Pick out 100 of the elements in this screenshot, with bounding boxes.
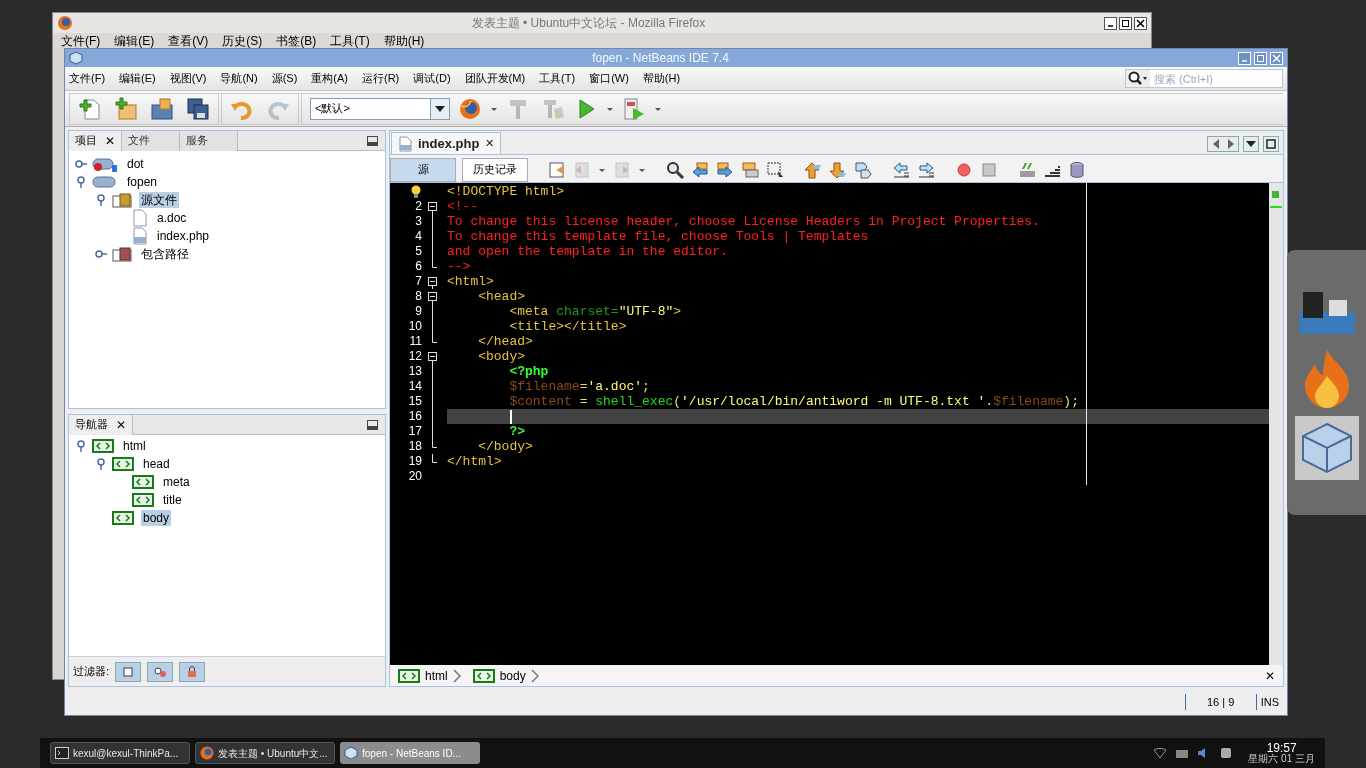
line-number: 11 [409,334,422,349]
close-icon[interactable]: ✕ [105,131,115,150]
menu-item[interactable]: 视图(V) [169,70,207,87]
tree-item[interactable]: a.doc [155,210,189,226]
project-error-icon [92,156,118,172]
save-all-icon[interactable] [186,96,210,121]
code-line: <body> [477,349,525,364]
filter-button[interactable] [115,661,142,682]
tree-item[interactable]: meta [161,474,192,490]
shapes-icon[interactable] [854,160,872,179]
tree-item[interactable]: body [141,510,172,526]
cube-app-icon[interactable] [1294,416,1359,480]
menu-item[interactable]: 书签(B) [276,33,317,48]
outdent-icon[interactable] [892,160,910,179]
cylinder-icon[interactable] [1068,160,1086,179]
filter-button[interactable] [147,661,174,682]
network-icon[interactable] [1219,747,1234,759]
view-toggle[interactable]: 源 [390,157,456,182]
globe-icon[interactable] [57,15,73,31]
panel-tab[interactable]: 导航器 ✕ [69,414,133,435]
menu-item[interactable]: 文件(F) [61,33,101,48]
line-number: 19 [408,454,422,469]
folder-icon[interactable] [150,96,174,121]
wifi-icon[interactable] [1153,747,1168,759]
close-icon[interactable]: ✕ [116,415,126,434]
fold-icon[interactable] [428,349,437,364]
panel-tab[interactable]: 文件 [122,130,180,151]
menu-item[interactable]: 调试(D) [413,70,451,87]
code-line: <?php [508,364,549,379]
line-number: 17 [408,424,422,439]
menu-item[interactable]: 查看(V) [168,33,209,48]
tree-item[interactable]: dot [125,156,146,172]
close-icon[interactable]: ✕ [485,135,495,152]
tree-item[interactable]: index.php [155,228,212,244]
breadcrumb[interactable]: html [425,666,448,685]
menu-item[interactable]: 窗口(W) [589,70,629,87]
menu-item[interactable]: 编辑(E) [114,33,155,48]
view-toggle[interactable]: 历史记录 [462,157,528,182]
fold-icon[interactable] [428,274,437,289]
tab-nav-button[interactable] [1207,136,1239,152]
tree-item[interactable]: 包含路径 [139,246,191,262]
down-arrow-icon[interactable] [829,160,847,179]
fold-icon[interactable] [428,289,437,304]
tree-item[interactable]: title [161,492,184,508]
editor-tab[interactable]: index.php ✕ [391,132,502,154]
filter-button[interactable] [179,661,206,682]
panel-tab[interactable]: 项目 ✕ [69,130,122,151]
close-icon[interactable]: ✕ [1265,666,1275,685]
menu-item[interactable]: 历史(S) [222,33,263,48]
page-play-icon[interactable] [622,96,646,121]
tree-item[interactable]: 源文件 [139,192,179,208]
menu-item[interactable]: 源(S) [271,70,298,87]
menu-item[interactable]: 重构(A) [311,70,348,87]
code-line: <html> [447,274,494,289]
line-number: 10 [408,319,422,334]
collapse-handle-icon[interactable] [75,176,87,188]
breadcrumb[interactable]: body [499,666,526,685]
fold-icon[interactable] [428,199,437,214]
battery-icon[interactable] [1175,747,1190,759]
menu-item[interactable]: 文件(F) [69,70,106,87]
menu-item[interactable]: 工具(T) [539,70,576,87]
new-file-icon[interactable] [78,96,102,121]
menu-item[interactable]: 帮助(H) [383,33,425,48]
right-arrow-icon[interactable] [716,160,734,179]
tree-item[interactable]: head [141,456,172,472]
cube-icon[interactable] [69,51,83,65]
menu-item[interactable]: 工具(T) [330,33,370,48]
collapse-handle-icon[interactable] [95,458,107,470]
menu-item[interactable]: 导航(N) [220,70,258,87]
minimize-button[interactable] [367,419,378,430]
dropdown-button[interactable] [1243,136,1259,152]
indent-icon[interactable] [917,160,935,179]
dotted-select-icon[interactable] [766,160,784,179]
tree-item[interactable]: html [121,438,148,454]
collapse-handle-icon[interactable] [95,194,107,206]
search-icon[interactable] [666,160,684,179]
globe-icon[interactable] [458,96,482,121]
panel-tab[interactable]: 服务 [180,130,238,151]
menu-item[interactable]: 团队开发(M) [464,70,526,87]
configuration-dropdown[interactable]: <默认> [310,97,450,120]
record-icon[interactable] [955,160,973,179]
dropdown-icon[interactable] [435,105,445,112]
expand-handle-icon[interactable] [75,158,87,170]
maximize-button[interactable] [1263,136,1279,152]
code-line: <head> [477,289,525,304]
new-project-icon[interactable] [114,96,138,121]
expand-handle-icon[interactable] [95,248,107,260]
menu-item[interactable]: 编辑(E) [119,70,156,87]
taskbar-button[interactable]: 发表主题 • Ubuntu中文... [195,742,335,764]
left-arrow-icon[interactable] [691,160,709,179]
minimize-button[interactable] [367,135,378,146]
lines-icon[interactable] [1018,160,1036,179]
tree-item[interactable]: fopen [125,174,160,190]
up-arrow-icon[interactable] [804,160,822,179]
menu-item[interactable]: 帮助(H) [642,70,681,87]
stack-icon[interactable] [741,160,759,179]
lightbulb-icon[interactable] [410,184,422,199]
taskbar-button[interactable]: kexul@kexul-ThinkPa... [50,742,190,764]
collapse-handle-icon[interactable] [75,440,87,452]
menu-item[interactable]: 运行(R) [362,70,400,87]
